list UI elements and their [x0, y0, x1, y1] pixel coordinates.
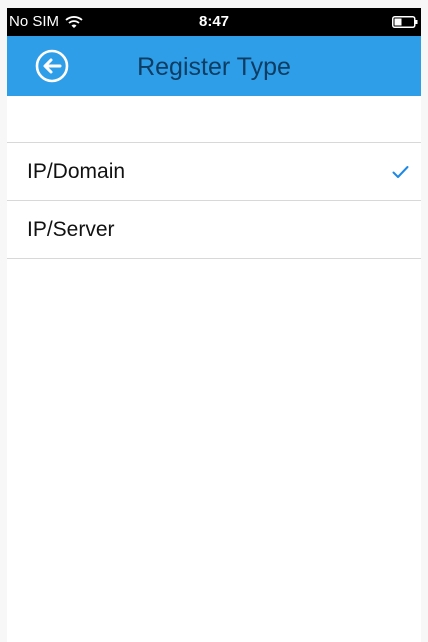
register-type-list: IP/Domain IP/Server [7, 142, 421, 259]
navigation-bar: Register Type [7, 36, 421, 96]
screen-frame: No SIM 8:47 Register Type IP/Domain IP/S… [0, 0, 428, 642]
list-item-ip-domain[interactable]: IP/Domain [7, 143, 421, 201]
status-bar: No SIM 8:47 [7, 8, 421, 36]
page-title: Register Type [137, 53, 291, 81]
list-item-ip-server[interactable]: IP/Server [7, 201, 421, 259]
device-screen: No SIM 8:47 Register Type IP/Domain IP/S… [7, 8, 421, 642]
list-item-label: IP/Server [27, 218, 115, 241]
status-time: 8:47 [198, 13, 230, 30]
checkmark-icon [392, 166, 409, 178]
battery-icon [392, 16, 418, 28]
list-item-label: IP/Domain [27, 160, 126, 183]
